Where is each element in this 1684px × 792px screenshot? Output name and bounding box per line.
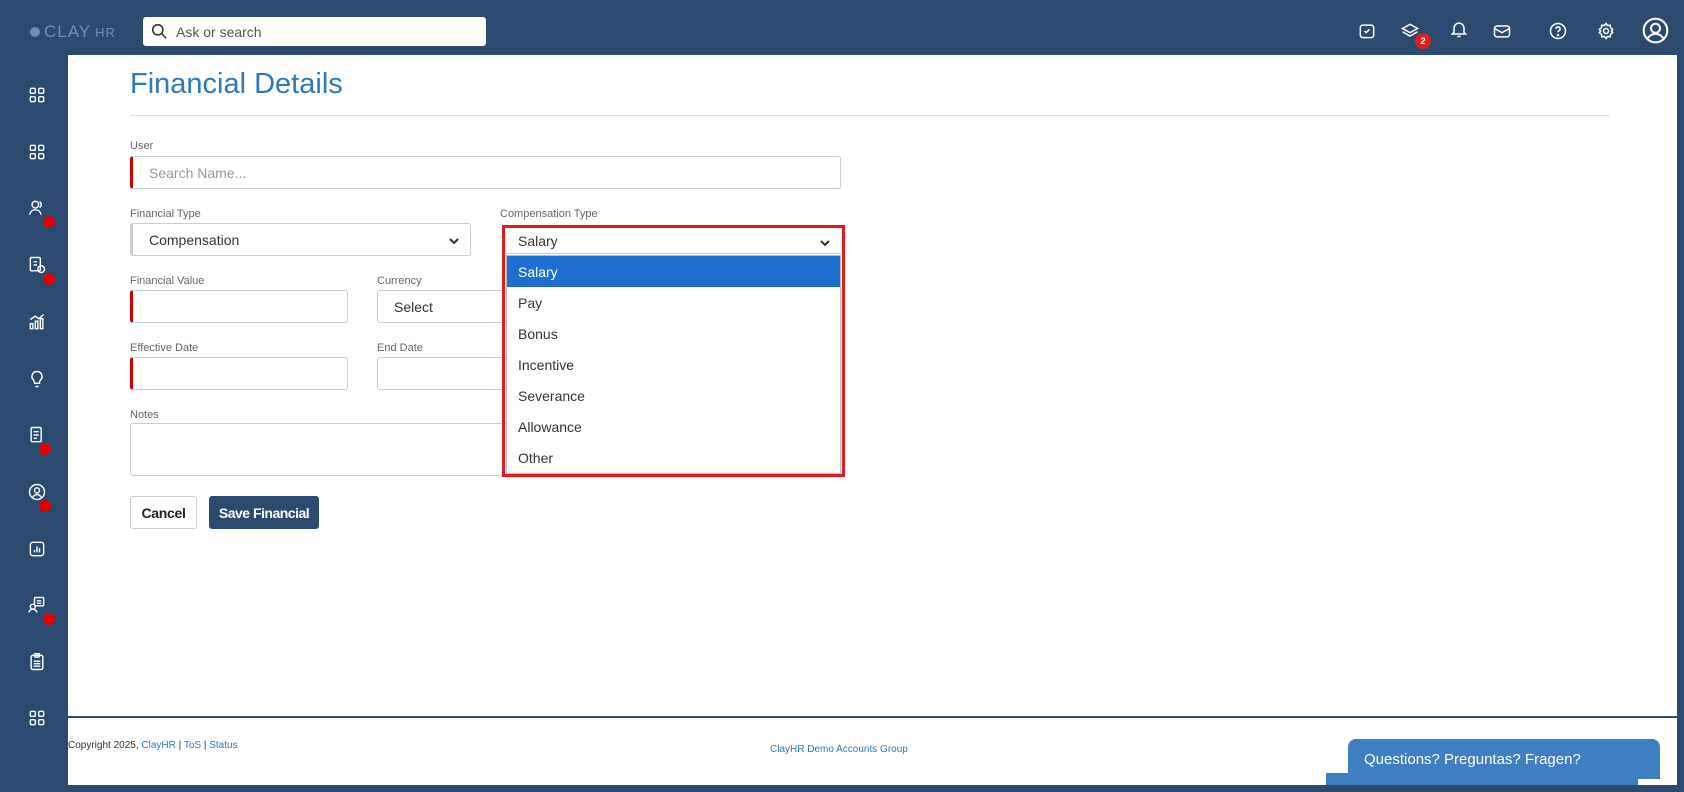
option-other[interactable]: Other	[507, 442, 840, 473]
currency-value: Select	[394, 298, 433, 315]
sidebar-more-apps-icon[interactable]	[24, 705, 50, 731]
mail-icon[interactable]	[1490, 19, 1514, 43]
clayhr-logo[interactable]: CLAY HR	[30, 22, 116, 42]
financial-type-value: Compensation	[149, 231, 240, 248]
copyright-text: Copyright 2025,	[68, 740, 142, 751]
financial-type-label: Financial Type	[130, 208, 201, 220]
footer-separator: |	[201, 740, 210, 751]
financial-value-label: Financial Value	[130, 275, 205, 287]
end-date-label: End Date	[377, 342, 423, 354]
footer-links: Copyright 2025, ClayHR | ToS | Status	[68, 740, 238, 751]
effective-date-input[interactable]	[130, 357, 348, 390]
search-input[interactable]	[176, 23, 466, 40]
sidebar-analytics-icon[interactable]	[24, 536, 50, 562]
alarm-clock-icon[interactable]	[1355, 19, 1379, 43]
option-bonus[interactable]: Bonus	[507, 318, 840, 349]
top-navigation-bar: CLAYHR 2	[0, 0, 1684, 55]
sidebar-lightbulb-icon[interactable]	[24, 366, 50, 392]
currency-label: Currency	[377, 275, 422, 287]
user-search-placeholder: Search Name...	[149, 164, 247, 181]
notes-label: Notes	[130, 409, 159, 421]
clayhr-link[interactable]: ClayHR	[141, 740, 175, 751]
sidebar-dashboard-grid-icon[interactable]	[24, 139, 50, 165]
status-link[interactable]: Status	[209, 740, 237, 751]
logo-text: CLAY	[44, 22, 92, 41]
sidebar-apps-grid-icon[interactable]	[24, 82, 50, 108]
financial-type-select[interactable]: Compensation	[130, 223, 471, 256]
option-pay[interactable]: Pay	[507, 287, 840, 318]
payroll-alert-dot	[43, 273, 55, 285]
page-title: Financial Details	[130, 68, 343, 100]
notification-badge: 2	[1415, 33, 1431, 49]
user-search-field[interactable]: Search Name...	[130, 156, 841, 189]
save-financial-button[interactable]: Save Financial	[209, 496, 319, 529]
logo-mark-icon	[30, 27, 40, 37]
sidebar-growth-chart-icon[interactable]	[24, 309, 50, 335]
compensation-type-value: Salary	[518, 233, 558, 249]
title-divider	[130, 115, 1610, 116]
notes-textarea[interactable]	[130, 423, 520, 476]
sidebar	[0, 55, 68, 792]
footer-divider	[68, 716, 1677, 718]
bell-icon[interactable]	[1447, 17, 1471, 41]
chevron-down-icon	[448, 234, 460, 246]
user-avatar-icon[interactable]	[1640, 15, 1670, 45]
cancel-button[interactable]: Cancel	[130, 496, 197, 529]
tos-link[interactable]: ToS	[184, 740, 201, 751]
logo-suffix: HR	[95, 24, 116, 40]
effective-date-label: Effective Date	[130, 342, 199, 354]
help-icon[interactable]	[1546, 19, 1570, 43]
financial-value-input[interactable]	[130, 290, 348, 323]
chat-widget-button[interactable]: Questions? Preguntas? Fragen?	[1348, 739, 1660, 779]
compensation-type-label: Compensation Type	[500, 208, 598, 220]
option-salary[interactable]: Salary	[507, 256, 840, 287]
search-icon	[151, 23, 167, 39]
settings-icon[interactable]	[1594, 19, 1618, 43]
profile-alert-dot	[39, 500, 51, 512]
option-incentive[interactable]: Incentive	[507, 349, 840, 380]
training-alert-dot	[43, 613, 55, 625]
compensation-type-select[interactable]: Salary	[506, 229, 841, 254]
account-group-text: ClayHR Demo Accounts Group	[770, 744, 908, 755]
option-severance[interactable]: Severance	[507, 380, 840, 411]
footer-separator: |	[175, 740, 184, 751]
chevron-down-icon	[819, 236, 831, 252]
people-alert-dot	[43, 216, 55, 228]
user-label: User	[130, 140, 154, 152]
documents-alert-dot	[39, 443, 51, 455]
compensation-type-options: Salary Pay Bonus Incentive Severance All…	[506, 255, 841, 474]
sidebar-clipboard-icon[interactable]	[24, 649, 50, 675]
global-search[interactable]	[143, 17, 486, 46]
currency-select[interactable]: Select	[377, 290, 507, 323]
option-allowance[interactable]: Allowance	[507, 411, 840, 442]
end-date-input[interactable]	[377, 357, 507, 390]
